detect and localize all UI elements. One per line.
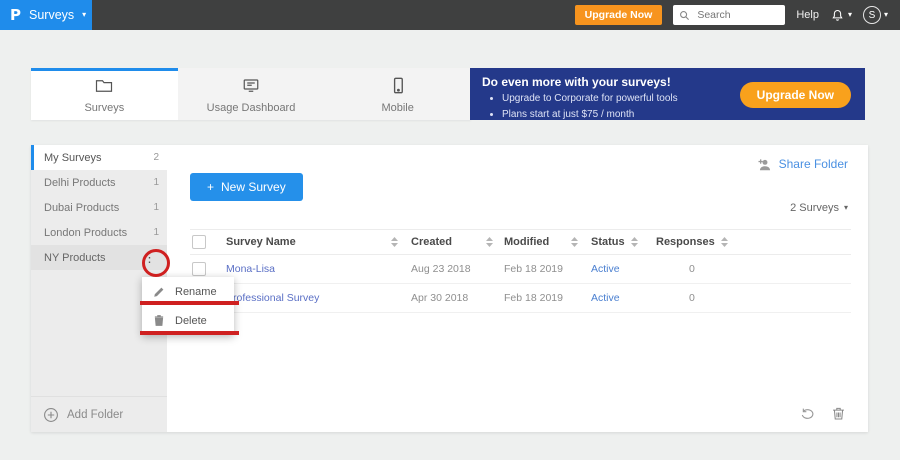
app-logo-menu[interactable]: P Surveys ▾ <box>0 0 92 30</box>
bulk-action-icons <box>800 406 846 421</box>
logo-icon: P <box>10 6 21 24</box>
responses-count: 0 <box>689 263 695 275</box>
modified-date: Feb 18 2019 <box>504 292 563 304</box>
column-header-modified[interactable]: Modified <box>504 236 549 248</box>
column-header-responses[interactable]: Responses <box>656 236 715 248</box>
menu-item-delete[interactable]: Delete <box>142 306 234 335</box>
chevron-down-icon: ▾ <box>847 10 852 19</box>
created-date: Aug 23 2018 <box>411 263 471 275</box>
restore-icon[interactable] <box>800 407 816 421</box>
folder-label: Delhi Products <box>44 176 116 189</box>
sort-icon[interactable] <box>720 237 728 247</box>
upgrade-now-button[interactable]: Upgrade Now <box>574 5 663 25</box>
status-badge[interactable]: Active <box>591 263 656 275</box>
trash-icon[interactable] <box>831 406 846 421</box>
plus-circle-icon <box>43 407 59 423</box>
menu-item-rename[interactable]: Rename <box>142 277 234 306</box>
tab-usage-dashboard[interactable]: Usage Dashboard <box>178 68 325 120</box>
tab-surveys[interactable]: Surveys <box>31 68 178 120</box>
surveys-count-dropdown[interactable]: 2 Surveys ▾ <box>790 202 848 214</box>
folder-count: 2 <box>153 152 159 163</box>
folder-label: London Products <box>44 226 128 239</box>
tab-bar: Surveys Usage Dashboard Mobile <box>31 68 471 120</box>
folder-label: NY Products <box>44 251 106 264</box>
created-date: Apr 30 2018 <box>411 292 469 304</box>
search-icon <box>679 10 690 21</box>
folder-label: My Surveys <box>44 151 102 164</box>
folder-count: 1 <box>153 177 159 188</box>
column-header-survey-name[interactable]: Survey Name <box>226 236 296 248</box>
search-input[interactable] <box>695 8 784 22</box>
survey-list-area: Share Folder + New Survey 2 Surveys ▾ Su… <box>167 145 868 432</box>
column-header-created[interactable]: Created <box>411 236 452 248</box>
table-row: Professional Survey Apr 30 2018 Feb 18 2… <box>190 284 851 313</box>
select-all-checkbox[interactable] <box>192 235 206 249</box>
folder-count: 1 <box>153 202 159 213</box>
kebab-menu-icon[interactable]: ⋮ <box>140 251 159 264</box>
new-survey-button[interactable]: + New Survey <box>190 173 303 201</box>
surveys-count-label: 2 Surveys <box>790 202 839 214</box>
status-badge[interactable]: Active <box>591 292 656 304</box>
folder-context-menu: Rename Delete <box>142 277 234 335</box>
folder-icon <box>95 78 113 99</box>
topbar-actions: Upgrade Now Help ▾ S ▾ <box>574 5 900 25</box>
product-menu-label: Surveys <box>29 8 75 22</box>
share-folder-button[interactable]: Share Folder <box>757 157 848 171</box>
chevron-down-icon: ▾ <box>82 10 87 19</box>
trash-icon <box>153 314 165 327</box>
sort-icon[interactable] <box>571 237 578 247</box>
add-folder-label: Add Folder <box>67 408 124 421</box>
plus-icon: + <box>207 180 215 194</box>
account-menu[interactable]: S ▾ <box>862 6 888 24</box>
share-folder-label: Share Folder <box>778 157 848 171</box>
survey-name-link[interactable]: Mona-Lisa <box>226 263 411 275</box>
sort-icon[interactable] <box>630 237 638 247</box>
sidebar-item-ny-products[interactable]: NY Products ⋮ <box>31 245 167 270</box>
survey-name-link[interactable]: Professional Survey <box>226 292 411 304</box>
column-header-status[interactable]: Status <box>591 236 625 248</box>
search-box[interactable] <box>673 5 786 25</box>
table-row: Mona-Lisa Aug 23 2018 Feb 18 2019 Active… <box>190 255 851 284</box>
tab-label: Usage Dashboard <box>206 101 296 114</box>
sort-icon[interactable] <box>391 237 398 247</box>
sidebar-item-london-products[interactable]: London Products 1 <box>31 220 167 245</box>
sort-icon[interactable] <box>486 237 493 247</box>
person-add-icon <box>757 158 773 171</box>
sidebar-item-my-surveys[interactable]: My Surveys 2 <box>31 145 167 170</box>
table-header-row: Survey Name Created Modified Status Resp… <box>190 229 851 255</box>
tab-label: Surveys <box>84 101 125 114</box>
surveys-table: Survey Name Created Modified Status Resp… <box>190 229 851 313</box>
tab-mobile[interactable]: Mobile <box>324 68 471 120</box>
sidebar-item-delhi-products[interactable]: Delhi Products 1 <box>31 170 167 195</box>
banner-upgrade-button[interactable]: Upgrade Now <box>739 82 851 108</box>
chevron-down-icon: ▾ <box>843 203 848 212</box>
sidebar-item-dubai-products[interactable]: Dubai Products 1 <box>31 195 167 220</box>
bell-icon <box>830 8 845 23</box>
dashboard-icon <box>242 78 260 99</box>
avatar: S <box>862 6 881 24</box>
help-link[interactable]: Help <box>796 9 819 21</box>
banner-bullet: Plans start at just $75 / month <box>502 107 853 123</box>
topbar: P Surveys ▾ Upgrade Now Help ▾ S ▾ <box>0 0 900 30</box>
responses-count: 0 <box>689 292 695 304</box>
tab-label: Mobile <box>381 102 414 114</box>
notifications-button[interactable]: ▾ <box>830 8 852 23</box>
mobile-icon <box>391 77 405 99</box>
folder-count: 1 <box>153 227 159 238</box>
row-checkbox[interactable] <box>192 262 206 276</box>
promo-banner: Do even more with your surveys! Upgrade … <box>470 68 865 120</box>
modified-date: Feb 18 2019 <box>504 263 563 275</box>
menu-item-label: Delete <box>175 314 207 327</box>
pencil-icon <box>153 286 165 298</box>
menu-item-label: Rename <box>175 285 217 298</box>
chevron-down-icon: ▾ <box>883 10 888 19</box>
folder-label: Dubai Products <box>44 201 120 214</box>
new-survey-label: New Survey <box>221 180 286 194</box>
add-folder-button[interactable]: Add Folder <box>31 396 167 432</box>
